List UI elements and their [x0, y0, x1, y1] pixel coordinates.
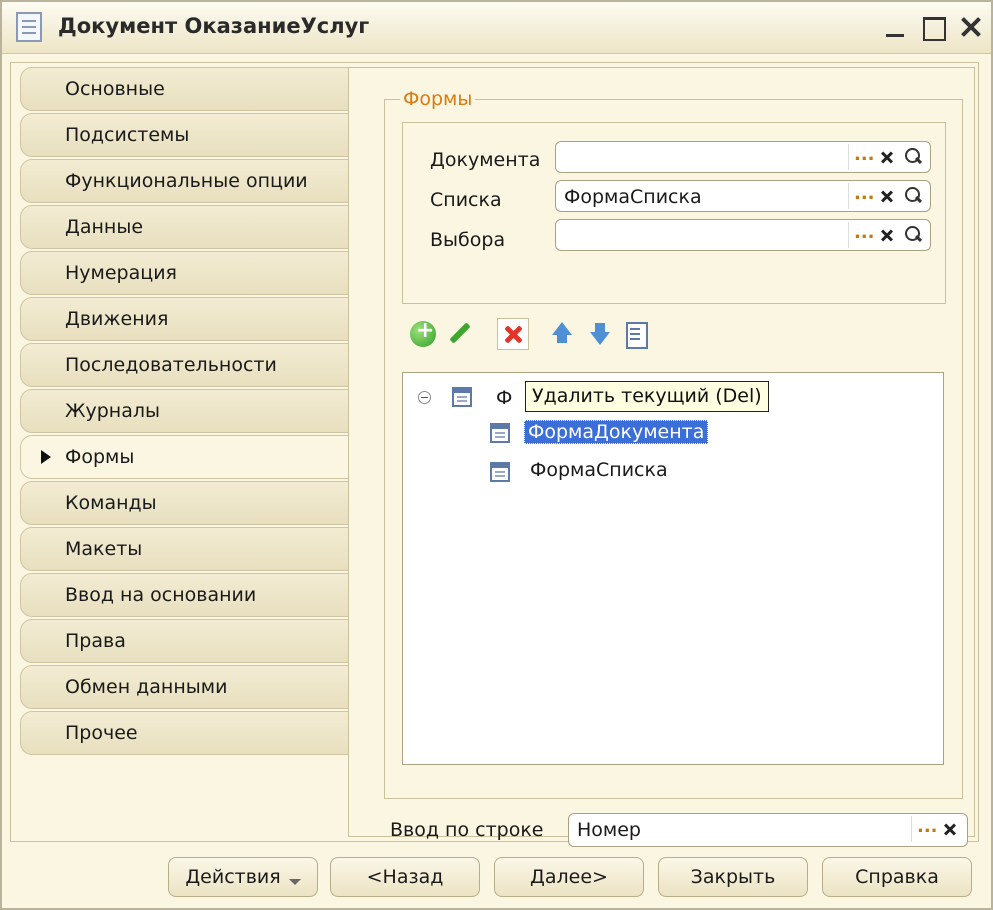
delete-tooltip: Удалить текущий (Del)	[525, 381, 769, 412]
move-up-icon[interactable]	[546, 318, 578, 350]
select-button[interactable]	[911, 816, 938, 842]
choice-form-label: Выбора	[430, 229, 506, 251]
tab-label: Нумерация	[65, 262, 177, 284]
close-icon[interactable]	[956, 12, 986, 42]
forms-group-legend: Формы	[400, 88, 476, 110]
title-bar: Документ ОказаниеУслуг	[2, 2, 991, 54]
tab-forms[interactable]: Формы	[20, 435, 352, 479]
edit-icon[interactable]	[443, 318, 475, 350]
field-value: ФормаСписка	[564, 186, 702, 208]
next-label: Далее>	[530, 866, 608, 888]
tab-templates[interactable]: Макеты	[20, 527, 350, 571]
tab-commands[interactable]: Команды	[20, 481, 350, 525]
tab-rights[interactable]: Права	[20, 619, 350, 663]
tab-label: Права	[65, 630, 126, 652]
tab-input-by-basis[interactable]: Ввод на основании	[20, 573, 350, 617]
tab-list: Основные Подсистемы Функциональные опции…	[20, 67, 352, 757]
tab-functional-options[interactable]: Функциональные опции	[20, 159, 350, 203]
tree-item-document-form[interactable]: ФормаДокумента	[488, 417, 748, 449]
search-icon[interactable]	[900, 222, 926, 248]
list-icon[interactable]	[620, 318, 652, 350]
tab-label: Формы	[65, 446, 135, 468]
tab-label: Прочее	[65, 722, 138, 744]
search-icon[interactable]	[900, 183, 926, 209]
tree-root-row[interactable]: Ф	[418, 384, 538, 416]
search-icon[interactable]	[900, 144, 926, 170]
document-form-label: Документа	[430, 149, 541, 171]
move-down-icon[interactable]	[584, 318, 616, 350]
list-form-field[interactable]: ФормаСписка	[555, 180, 931, 212]
tree-item-list-form[interactable]: ФормаСписка	[488, 456, 728, 488]
clear-icon[interactable]	[937, 816, 963, 842]
close-button[interactable]: Закрыть	[658, 857, 808, 897]
tab-sequences[interactable]: Последовательности	[20, 343, 350, 387]
form-icon	[452, 387, 472, 407]
maximize-icon[interactable]	[918, 12, 948, 42]
select-button[interactable]	[848, 144, 875, 170]
tab-label: Последовательности	[65, 354, 277, 376]
minimize-icon[interactable]	[880, 12, 910, 42]
document-form-field[interactable]	[555, 141, 931, 173]
clear-icon[interactable]	[874, 222, 900, 248]
document-icon	[16, 12, 42, 42]
select-button[interactable]	[848, 183, 875, 209]
next-button[interactable]: Далее>	[494, 857, 644, 897]
tab-main[interactable]: Основные	[20, 67, 350, 111]
actions-label: Действия	[185, 866, 281, 888]
tree-item-label: ФормаСписка	[530, 459, 668, 481]
tab-movements[interactable]: Движения	[20, 297, 350, 341]
actions-button[interactable]: Действия	[168, 857, 318, 897]
tab-label: Команды	[65, 492, 157, 514]
line-input-field[interactable]: Номер	[568, 813, 968, 847]
field-value: Номер	[577, 819, 641, 841]
close-label: Закрыть	[690, 866, 776, 888]
tab-label: Журналы	[65, 400, 160, 422]
window-title: Документ ОказаниеУслуг	[58, 14, 370, 38]
chevron-down-icon	[288, 878, 301, 885]
choice-form-field[interactable]	[555, 219, 931, 251]
line-input-label: Ввод по строке	[390, 819, 544, 841]
tab-label: Данные	[65, 216, 144, 238]
clear-icon[interactable]	[874, 144, 900, 170]
tab-label: Функциональные опции	[65, 170, 308, 192]
tab-numbering[interactable]: Нумерация	[20, 251, 350, 295]
tree-root-label: Ф	[496, 387, 513, 409]
tab-journals[interactable]: Журналы	[20, 389, 350, 433]
help-label: Справка	[855, 866, 939, 888]
delete-icon[interactable]	[497, 318, 529, 350]
tab-other[interactable]: Прочее	[20, 711, 350, 755]
back-label: <Назад	[366, 866, 444, 888]
tab-label: Основные	[65, 78, 165, 100]
tab-data-exchange[interactable]: Обмен данными	[20, 665, 350, 709]
help-button[interactable]: Справка	[822, 857, 972, 897]
add-icon[interactable]	[407, 318, 439, 350]
select-button[interactable]	[848, 222, 875, 248]
list-form-label: Списка	[430, 189, 502, 211]
tab-label: Подсистемы	[65, 124, 190, 146]
collapse-icon[interactable]	[418, 391, 431, 404]
tab-label: Движения	[65, 308, 169, 330]
tab-label: Макеты	[65, 538, 143, 560]
clear-icon[interactable]	[874, 183, 900, 209]
back-button[interactable]: <Назад	[330, 857, 480, 897]
form-icon	[490, 423, 510, 443]
tab-label: Обмен данными	[65, 676, 228, 698]
form-icon	[490, 462, 510, 482]
tab-data[interactable]: Данные	[20, 205, 350, 249]
tab-label: Ввод на основании	[65, 584, 257, 606]
tree-item-label: ФормаДокумента	[524, 420, 709, 444]
tab-subsystems[interactable]: Подсистемы	[20, 113, 350, 157]
